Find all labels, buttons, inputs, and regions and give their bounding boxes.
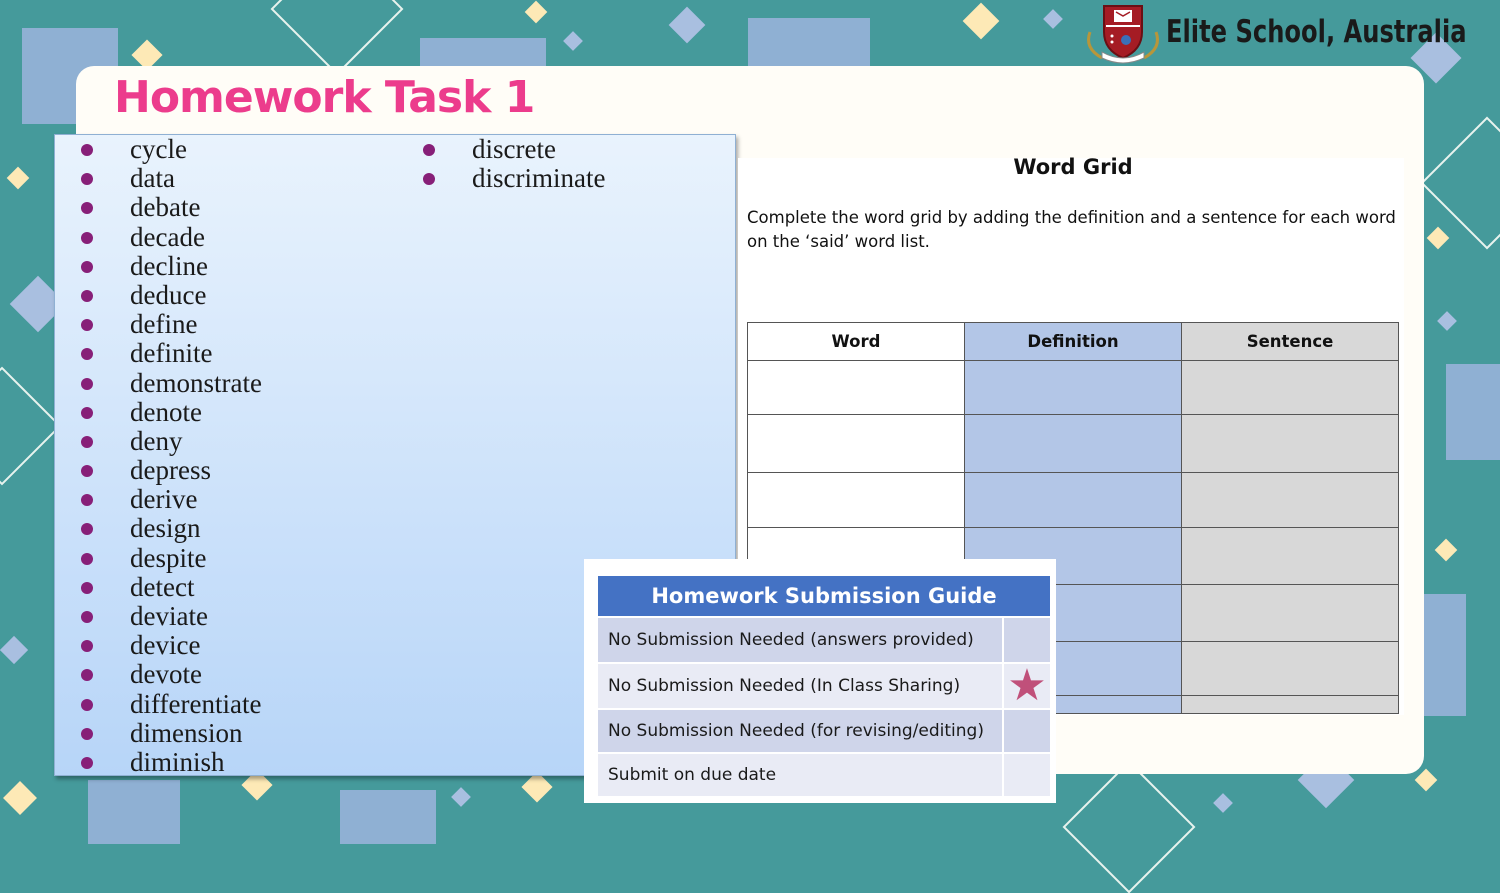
background-diamond — [1426, 226, 1450, 250]
word-grid-title: Word Grid — [1013, 155, 1133, 179]
bullet-icon — [81, 611, 93, 623]
bullet-icon — [81, 144, 93, 156]
bullet-icon — [81, 523, 93, 536]
bullet-icon — [81, 698, 93, 711]
guide-option-mark — [1002, 752, 1052, 798]
guide-option-label: No Submission Needed (for revising/editi… — [596, 708, 1004, 754]
bullet-icon — [423, 173, 435, 186]
background-diamond-outline — [1420, 116, 1500, 250]
bullet-icon — [81, 348, 93, 361]
definition-cell[interactable] — [964, 472, 1182, 528]
column-header-word: Word — [747, 322, 965, 361]
bullet-icon — [81, 435, 93, 448]
word-cell[interactable] — [747, 414, 965, 473]
background-diamond-outline — [1062, 760, 1196, 893]
table-row: No Submission Needed (answers provided) — [596, 616, 1052, 664]
background-square — [1424, 594, 1466, 716]
column-header-definition: Definition — [964, 322, 1182, 361]
bullet-icon — [423, 144, 435, 156]
table-row: No Submission Needed (In Class Sharing) … — [596, 660, 1052, 711]
sentence-cell[interactable] — [1181, 414, 1399, 473]
background-diamond-outline — [270, 0, 404, 76]
table-row — [747, 472, 1399, 528]
definition-cell[interactable] — [964, 414, 1182, 473]
background-diamond — [668, 6, 706, 44]
word-grid-instructions: Complete the word grid by adding the def… — [747, 208, 1396, 251]
bullet-icon — [81, 173, 93, 186]
background-square — [340, 790, 436, 844]
bullet-icon — [81, 669, 93, 682]
bullet-icon — [81, 319, 93, 332]
bullet-icon — [81, 260, 93, 273]
bullet-icon — [81, 377, 93, 390]
sentence-cell[interactable] — [1181, 527, 1399, 585]
table-row — [747, 414, 1399, 473]
bullet-icon — [81, 494, 93, 507]
sentence-cell[interactable] — [1181, 695, 1399, 714]
page-title: Homework Task 1 — [114, 72, 535, 123]
background-diamond — [1437, 311, 1457, 331]
bullet-icon — [81, 727, 93, 740]
bullet-icon — [81, 581, 93, 594]
school-name: Elite School, Australia — [1166, 14, 1467, 50]
background-diamond — [563, 31, 583, 51]
word-cell[interactable] — [747, 472, 965, 528]
bullet-icon — [81, 640, 93, 653]
guide-option-mark — [1002, 708, 1052, 754]
background-diamond — [0, 635, 29, 665]
background-diamond — [1213, 793, 1233, 813]
background-diamond — [524, 0, 548, 24]
definition-cell[interactable] — [964, 360, 1182, 415]
bullet-icon — [81, 552, 93, 565]
column-header-sentence: Sentence — [1181, 322, 1399, 361]
background-square — [420, 38, 546, 68]
table-header-row: Homework Submission Guide — [596, 574, 1052, 618]
bullet-icon — [81, 231, 93, 244]
sentence-cell[interactable] — [1181, 472, 1399, 528]
background-diamond — [3, 781, 37, 815]
bullet-icon — [81, 289, 93, 302]
background-diamond-outline — [0, 366, 62, 486]
background-diamond — [1414, 768, 1438, 792]
word-cell[interactable] — [747, 360, 965, 415]
guide-option-label: No Submission Needed (In Class Sharing) — [596, 662, 1004, 710]
table-header-row: Word Definition Sentence — [747, 322, 1399, 361]
background-diamond — [521, 771, 553, 803]
guide-option-mark: ★ — [1002, 660, 1052, 711]
bullet-icon — [81, 756, 93, 769]
background-square — [1446, 364, 1500, 460]
table-row — [747, 360, 1399, 415]
background-diamond — [1434, 538, 1458, 562]
sentence-cell[interactable] — [1181, 360, 1399, 415]
background-square — [88, 780, 180, 844]
guide-option-mark — [1002, 616, 1052, 664]
sentence-cell[interactable] — [1181, 584, 1399, 642]
bullet-icon — [81, 406, 93, 419]
background-diamond — [6, 166, 30, 190]
table-row: Submit on due date — [596, 752, 1052, 798]
guide-option-label: No Submission Needed (answers provided) — [596, 616, 1004, 664]
background-diamond — [962, 2, 1000, 40]
sentence-cell[interactable] — [1181, 641, 1399, 696]
bullet-icon — [81, 202, 93, 215]
submission-guide-table: Homework Submission Guide No Submission … — [596, 574, 1052, 798]
background-diamond — [1043, 9, 1063, 29]
submission-guide-title: Homework Submission Guide — [596, 574, 1052, 618]
star-icon: ★ — [1007, 660, 1047, 711]
table-row: No Submission Needed (for revising/editi… — [596, 708, 1052, 754]
bullet-icon — [81, 465, 93, 478]
background-diamond — [451, 787, 471, 807]
guide-option-label: Submit on due date — [596, 752, 1004, 798]
school-crest-icon — [1087, 5, 1159, 64]
background-square — [748, 18, 870, 68]
